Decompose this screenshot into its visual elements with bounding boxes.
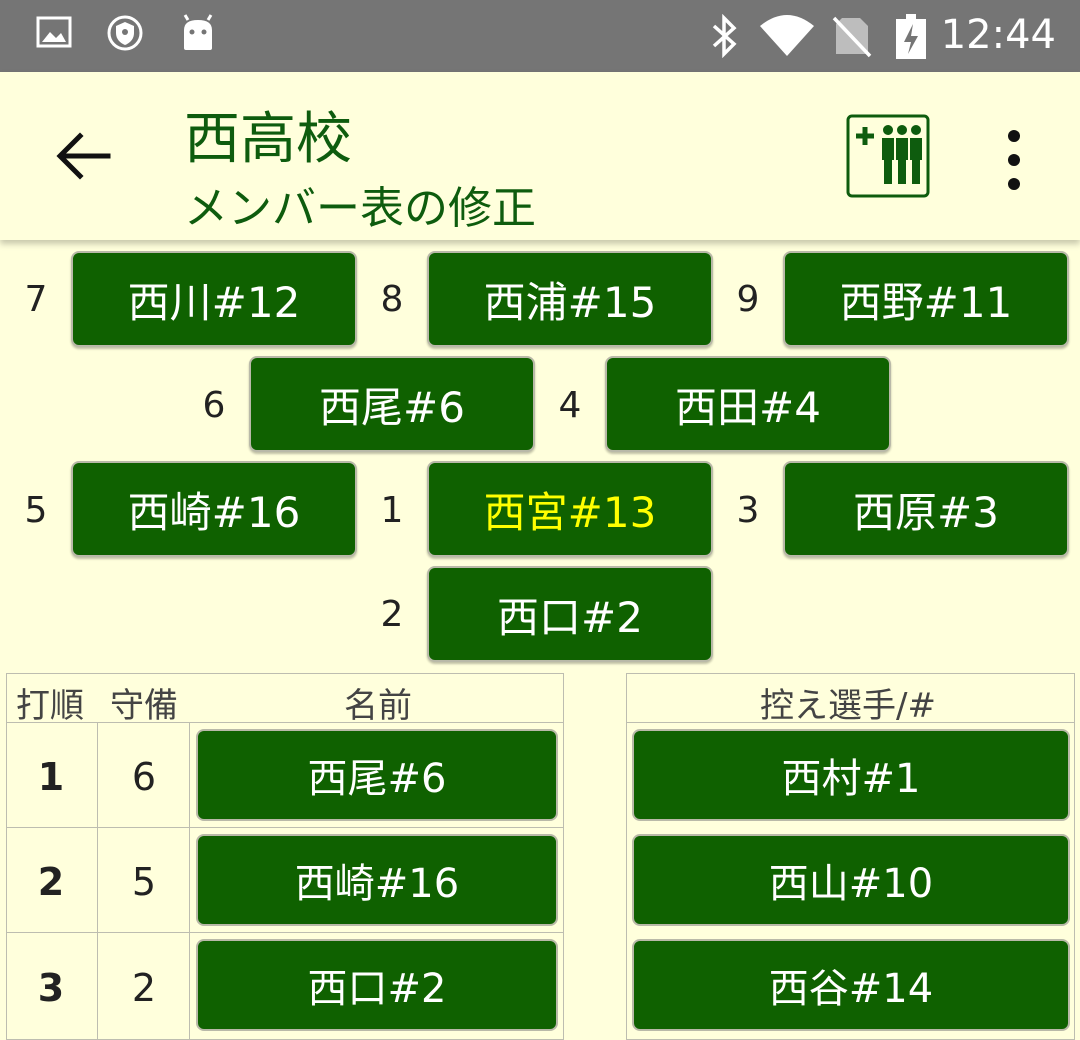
image-icon: [36, 16, 72, 48]
status-bar: 12:44: [0, 0, 1080, 72]
field-player-button[interactable]: 西崎#16: [71, 461, 357, 557]
position-number: 5: [24, 490, 48, 531]
lineup-player-button[interactable]: 西尾#6: [196, 729, 558, 821]
header-defense-position: 守備: [110, 686, 178, 726]
position-number: 7: [24, 279, 48, 320]
back-arrow-icon[interactable]: [52, 128, 116, 184]
field-player-button[interactable]: 西口#2: [427, 566, 713, 662]
field-player-button-selected[interactable]: 西宮#13: [427, 461, 713, 557]
field-player-button[interactable]: 西原#3: [783, 461, 1069, 557]
table-divider: [6, 932, 564, 933]
position-number: 4: [558, 385, 582, 426]
position-number: 8: [380, 279, 404, 320]
position-number: 6: [202, 385, 226, 426]
more-vert-icon[interactable]: [994, 128, 1034, 192]
bluetooth-icon: [712, 14, 737, 58]
vpn-key-icon: [107, 15, 143, 51]
defense-position: 5: [131, 860, 157, 904]
app-bar: 西高校 メンバー表の修正: [0, 72, 1080, 240]
header-name: 名前: [344, 686, 412, 726]
wifi-icon: [760, 15, 814, 56]
batting-order: 2: [37, 860, 65, 904]
field-player-button[interactable]: 西川#12: [71, 251, 357, 347]
field-player-button[interactable]: 西浦#15: [427, 251, 713, 347]
batting-order: 1: [37, 755, 65, 799]
page-title: 西高校: [184, 107, 352, 172]
table-divider: [6, 827, 564, 828]
clock: 12:44: [940, 12, 1056, 58]
bench-player-button[interactable]: 西村#1: [632, 729, 1070, 821]
page-subtitle: メンバー表の修正: [184, 183, 536, 234]
position-number: 3: [736, 490, 760, 531]
add-player-icon[interactable]: [846, 114, 930, 198]
position-number: 1: [380, 490, 404, 531]
batting-order: 3: [37, 966, 65, 1010]
no-sim-icon: [832, 16, 872, 58]
android-icon: [183, 14, 213, 50]
field-player-button[interactable]: 西尾#6: [249, 356, 535, 452]
field-player-button[interactable]: 西野#11: [783, 251, 1069, 347]
defense-position: 2: [131, 966, 157, 1010]
header-bench: 控え選手/#: [760, 686, 936, 726]
header-batting-order: 打順: [16, 686, 84, 726]
bench-player-button[interactable]: 西谷#14: [632, 939, 1070, 1031]
table-divider: [6, 722, 564, 723]
defense-position: 6: [131, 755, 157, 799]
lineup-player-button[interactable]: 西崎#16: [196, 834, 558, 926]
position-number: 2: [380, 594, 404, 635]
position-number: 9: [736, 279, 760, 320]
battery-charging-icon: [896, 14, 926, 59]
lineup-player-button[interactable]: 西口#2: [196, 939, 558, 1031]
bench-player-button[interactable]: 西山#10: [632, 834, 1070, 926]
field-player-button[interactable]: 西田#4: [605, 356, 891, 452]
table-divider: [626, 722, 1075, 723]
